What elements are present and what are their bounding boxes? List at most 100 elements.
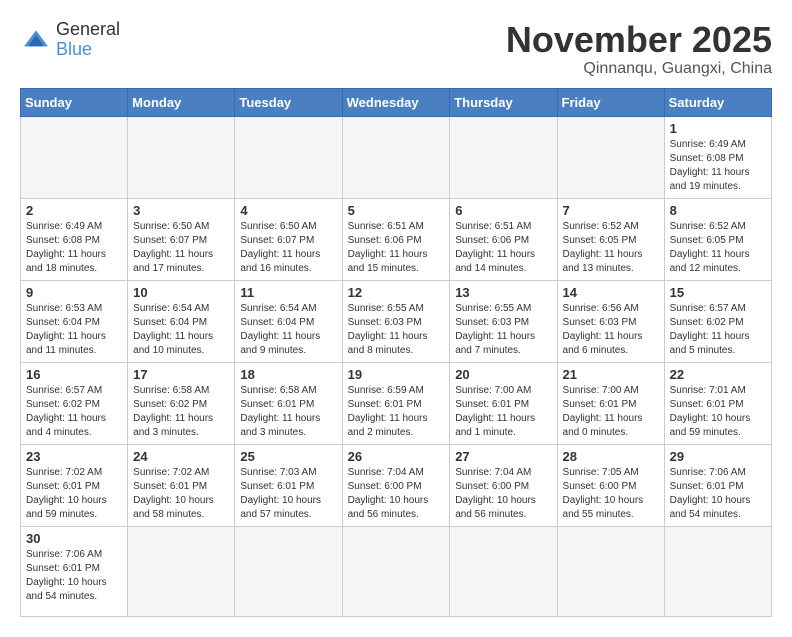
- week-row-5: 23Sunrise: 7:02 AM Sunset: 6:01 PM Dayli…: [21, 444, 772, 526]
- day-number: 27: [455, 449, 551, 464]
- day-number: 15: [670, 285, 766, 300]
- day-info: Sunrise: 6:55 AM Sunset: 6:03 PM Dayligh…: [455, 302, 551, 358]
- day-info: Sunrise: 6:54 AM Sunset: 6:04 PM Dayligh…: [133, 302, 229, 358]
- day-info: Sunrise: 6:59 AM Sunset: 6:01 PM Dayligh…: [348, 384, 445, 440]
- day-info: Sunrise: 6:55 AM Sunset: 6:03 PM Dayligh…: [348, 302, 445, 358]
- day-cell: 4 Sunrise: 6:50 AM Sunset: 6:07 PM Daylig…: [235, 198, 342, 280]
- day-number: 5: [348, 203, 445, 218]
- day-cell: 15 Sunrise: 6:57 AM Sunset: 6:02 PM Dayli…: [664, 280, 771, 362]
- day-number: 7: [563, 203, 659, 218]
- day-info: Sunrise: 6:50 AM Sunset: 6:07 PM Dayligh…: [240, 220, 336, 276]
- day-info: Sunrise: 6:56 AM Sunset: 6:03 PM Dayligh…: [563, 302, 659, 358]
- day-info: Sunrise: 6:51 AM Sunset: 6:06 PM Dayligh…: [348, 220, 445, 276]
- day-number: 16: [26, 367, 122, 382]
- day-cell: 24 Sunrise: 7:02 AM Sunset: 6:01 PM Dayli…: [128, 444, 235, 526]
- day-cell: 18Sunrise: 6:58 AM Sunset: 6:01 PM Dayli…: [235, 362, 342, 444]
- day-info: Sunrise: 7:00 AM Sunset: 6:01 PM Dayligh…: [455, 384, 551, 440]
- day-info: Sunrise: 6:52 AM Sunset: 6:05 PM Dayligh…: [670, 220, 766, 276]
- week-row-3: 9 Sunrise: 6:53 AM Sunset: 6:04 PM Daylig…: [21, 280, 772, 362]
- day-cell: 13 Sunrise: 6:55 AM Sunset: 6:03 PM Dayli…: [450, 280, 557, 362]
- day-number: 6: [455, 203, 551, 218]
- day-number: 17: [133, 367, 229, 382]
- day-number: 25: [240, 449, 336, 464]
- header-sunday: Sunday: [21, 88, 128, 116]
- day-cell: 11Sunrise: 6:54 AM Sunset: 6:04 PM Dayli…: [235, 280, 342, 362]
- day-info: Sunrise: 7:01 AM Sunset: 6:01 PM Dayligh…: [670, 384, 766, 440]
- day-cell: 9 Sunrise: 6:53 AM Sunset: 6:04 PM Daylig…: [21, 280, 128, 362]
- day-cell: 3 Sunrise: 6:50 AM Sunset: 6:07 PM Daylig…: [128, 198, 235, 280]
- header-thursday: Thursday: [450, 88, 557, 116]
- day-cell: [342, 526, 450, 616]
- day-number: 20: [455, 367, 551, 382]
- day-number: 22: [670, 367, 766, 382]
- logo: General Blue: [20, 20, 120, 60]
- day-info: Sunrise: 6:50 AM Sunset: 6:07 PM Dayligh…: [133, 220, 229, 276]
- header-friday: Friday: [557, 88, 664, 116]
- day-cell: 23Sunrise: 7:02 AM Sunset: 6:01 PM Dayli…: [21, 444, 128, 526]
- week-row-4: 16 Sunrise: 6:57 AM Sunset: 6:02 PM Dayli…: [21, 362, 772, 444]
- day-info: Sunrise: 6:57 AM Sunset: 6:02 PM Dayligh…: [26, 384, 122, 440]
- day-number: 30: [26, 531, 122, 546]
- day-number: 3: [133, 203, 229, 218]
- day-info: Sunrise: 7:03 AM Sunset: 6:01 PM Dayligh…: [240, 466, 336, 522]
- header-monday: Monday: [128, 88, 235, 116]
- day-info: Sunrise: 6:58 AM Sunset: 6:02 PM Dayligh…: [133, 384, 229, 440]
- day-number: 8: [670, 203, 766, 218]
- day-cell: [557, 526, 664, 616]
- day-info: Sunrise: 7:00 AM Sunset: 6:01 PM Dayligh…: [563, 384, 659, 440]
- day-number: 29: [670, 449, 766, 464]
- day-info: Sunrise: 6:53 AM Sunset: 6:04 PM Dayligh…: [26, 302, 122, 358]
- day-number: 18: [240, 367, 336, 382]
- day-cell: [450, 116, 557, 198]
- day-info: Sunrise: 6:57 AM Sunset: 6:02 PM Dayligh…: [670, 302, 766, 358]
- day-number: 12: [348, 285, 445, 300]
- header-wednesday: Wednesday: [342, 88, 450, 116]
- day-cell: [235, 116, 342, 198]
- day-number: 13: [455, 285, 551, 300]
- day-cell: 12 Sunrise: 6:55 AM Sunset: 6:03 PM Dayli…: [342, 280, 450, 362]
- day-cell: 16 Sunrise: 6:57 AM Sunset: 6:02 PM Dayli…: [21, 362, 128, 444]
- day-number: 24: [133, 449, 229, 464]
- day-cell: 30Sunrise: 7:06 AM Sunset: 6:01 PM Dayli…: [21, 526, 128, 616]
- day-number: 14: [563, 285, 659, 300]
- day-cell: 20 Sunrise: 7:00 AM Sunset: 6:01 PM Dayli…: [450, 362, 557, 444]
- day-cell: [235, 526, 342, 616]
- day-cell: 25 Sunrise: 7:03 AM Sunset: 6:01 PM Dayli…: [235, 444, 342, 526]
- day-cell: 22 Sunrise: 7:01 AM Sunset: 6:01 PM Dayli…: [664, 362, 771, 444]
- day-number: 4: [240, 203, 336, 218]
- day-info: Sunrise: 7:04 AM Sunset: 6:00 PM Dayligh…: [455, 466, 551, 522]
- day-number: 11: [240, 285, 336, 300]
- logo-icon: [20, 24, 52, 56]
- day-cell: 26Sunrise: 7:04 AM Sunset: 6:00 PM Dayli…: [342, 444, 450, 526]
- weekday-header-row: SundayMondayTuesdayWednesdayThursdayFrid…: [21, 88, 772, 116]
- day-info: Sunrise: 7:02 AM Sunset: 6:01 PM Dayligh…: [133, 466, 229, 522]
- day-info: Sunrise: 7:05 AM Sunset: 6:00 PM Dayligh…: [563, 466, 659, 522]
- day-cell: [128, 526, 235, 616]
- day-number: 28: [563, 449, 659, 464]
- day-info: Sunrise: 6:49 AM Sunset: 6:08 PM Dayligh…: [670, 138, 766, 194]
- header-tuesday: Tuesday: [235, 88, 342, 116]
- week-row-6: 30Sunrise: 7:06 AM Sunset: 6:01 PM Dayli…: [21, 526, 772, 616]
- day-cell: 2 Sunrise: 6:49 AM Sunset: 6:08 PM Daylig…: [21, 198, 128, 280]
- day-cell: 21Sunrise: 7:00 AM Sunset: 6:01 PM Dayli…: [557, 362, 664, 444]
- day-cell: [128, 116, 235, 198]
- month-title: November 2025: [506, 20, 772, 60]
- day-info: Sunrise: 6:52 AM Sunset: 6:05 PM Dayligh…: [563, 220, 659, 276]
- day-cell: 19 Sunrise: 6:59 AM Sunset: 6:01 PM Dayli…: [342, 362, 450, 444]
- location: Qinnanqu, Guangxi, China: [506, 60, 772, 78]
- day-cell: 27 Sunrise: 7:04 AM Sunset: 6:00 PM Dayli…: [450, 444, 557, 526]
- day-number: 9: [26, 285, 122, 300]
- day-number: 19: [348, 367, 445, 382]
- day-number: 2: [26, 203, 122, 218]
- logo-text: General Blue: [56, 20, 120, 60]
- day-cell: 1Sunrise: 6:49 AM Sunset: 6:08 PM Daylig…: [664, 116, 771, 198]
- day-cell: 17 Sunrise: 6:58 AM Sunset: 6:02 PM Dayli…: [128, 362, 235, 444]
- day-cell: [21, 116, 128, 198]
- day-info: Sunrise: 6:51 AM Sunset: 6:06 PM Dayligh…: [455, 220, 551, 276]
- day-number: 26: [348, 449, 445, 464]
- day-cell: [557, 116, 664, 198]
- day-info: Sunrise: 6:49 AM Sunset: 6:08 PM Dayligh…: [26, 220, 122, 276]
- week-row-2: 2 Sunrise: 6:49 AM Sunset: 6:08 PM Daylig…: [21, 198, 772, 280]
- header-saturday: Saturday: [664, 88, 771, 116]
- calendar-table: SundayMondayTuesdayWednesdayThursdayFrid…: [20, 88, 772, 617]
